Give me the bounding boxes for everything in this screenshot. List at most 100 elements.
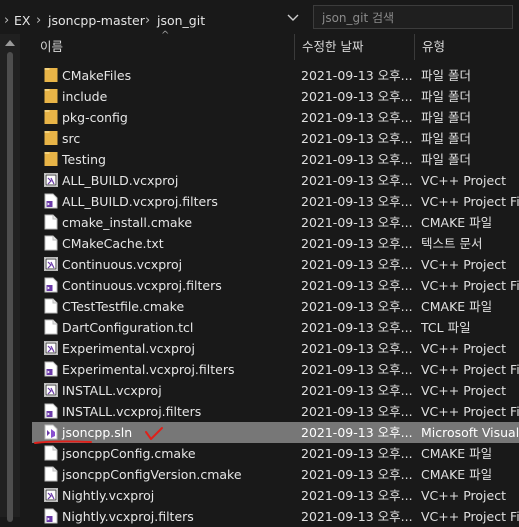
file-type: VC++ Project <box>421 257 506 272</box>
file-name: pkg-config <box>62 110 128 125</box>
search-input[interactable] <box>320 8 510 28</box>
breadcrumb-item-json-git[interactable]: json_git <box>157 12 205 30</box>
filters-icon <box>44 193 58 209</box>
file-type: VC++ Project <box>421 341 506 356</box>
file-date-modified: 2021-09-13 오후... <box>301 110 413 125</box>
breadcrumb-item-ex[interactable]: EX <box>14 12 30 30</box>
root-chevron-icon[interactable]: › <box>4 12 9 30</box>
file-row[interactable]: Experimental.vcxproj 2021-09-13 오후... VC++… <box>32 338 519 359</box>
file-date-modified: 2021-09-13 오후... <box>301 488 413 503</box>
file-date-modified: 2021-09-13 오후... <box>301 236 413 251</box>
file-date-modified: 2021-09-13 오후... <box>301 341 413 356</box>
file-type: VC++ Project Filt <box>421 509 519 524</box>
file-row[interactable]: Testing 2021-09-13 오후... 파일 폴더 <box>32 149 519 170</box>
file-name: CMakeFiles <box>62 68 132 83</box>
file-row[interactable]: cmake_install.cmake 2021-09-13 오후... CMAKE… <box>32 212 519 233</box>
file-row[interactable]: src 2021-09-13 오후... 파일 폴더 <box>32 128 519 149</box>
file-name: ALL_BUILD.vcxproj <box>62 173 179 188</box>
annotation-checkmark-icon <box>145 427 163 440</box>
address-field[interactable]: › EX › jsoncpp-master › json_git <box>0 4 307 30</box>
vcxproj-icon <box>44 382 58 398</box>
chevron-down-icon <box>287 14 299 21</box>
file-row[interactable]: CTestTestfile.cmake 2021-09-13 오후... CMAKE… <box>32 296 519 317</box>
file-name: INSTALL.vcxproj.filters <box>62 404 202 419</box>
document-icon <box>44 298 58 314</box>
file-date-modified: 2021-09-13 오후... <box>301 215 413 230</box>
file-type: CMAKE 파일 <box>421 467 493 482</box>
file-type: CMAKE 파일 <box>421 446 493 461</box>
file-row[interactable]: INSTALL.vcxproj 2021-09-13 오후... VC++ Proj… <box>32 380 519 401</box>
file-row[interactable]: jsoncppConfigVersion.cmake 2021-09-13 오후.… <box>32 464 519 485</box>
file-name: jsoncppConfig.cmake <box>62 446 196 461</box>
file-row[interactable]: ALL_BUILD.vcxproj 2021-09-13 오후... VC++ Pr… <box>32 170 519 191</box>
file-type: 파일 폴더 <box>421 131 471 146</box>
file-row[interactable]: ALL_BUILD.vcxproj.filters 2021-09-13 오후..… <box>32 191 519 212</box>
folder-icon <box>44 67 58 83</box>
file-type: CMAKE 파일 <box>421 215 493 230</box>
annotation-underline <box>34 440 92 444</box>
folder-icon <box>44 88 58 104</box>
column-divider[interactable] <box>414 34 415 60</box>
file-row[interactable]: CMakeFiles 2021-09-13 오후... 파일 폴더 <box>32 65 519 86</box>
file-name: Experimental.vcxproj.filters <box>62 362 235 377</box>
file-name: Nightly.vcxproj <box>62 488 155 503</box>
filters-icon <box>44 277 58 293</box>
navigation-pane <box>0 34 20 522</box>
column-header-name[interactable]: 이름 <box>40 38 63 56</box>
file-date-modified: 2021-09-13 오후... <box>301 152 413 167</box>
file-date-modified: 2021-09-13 오후... <box>301 299 413 314</box>
file-row[interactable]: include 2021-09-13 오후... 파일 폴더 <box>32 86 519 107</box>
file-name: INSTALL.vcxproj <box>62 383 162 398</box>
breadcrumb-chevron-icon[interactable]: › <box>36 12 41 30</box>
document-icon <box>44 319 58 335</box>
file-date-modified: 2021-09-13 오후... <box>301 446 413 461</box>
file-name: Experimental.vcxproj <box>62 341 195 356</box>
folder-icon <box>44 130 58 146</box>
file-type: VC++ Project <box>421 383 506 398</box>
file-row[interactable]: INSTALL.vcxproj.filters 2021-09-13 오후... V… <box>32 401 519 422</box>
document-icon <box>44 466 58 482</box>
file-row[interactable]: Experimental.vcxproj.filters 2021-09-13 오… <box>32 359 519 380</box>
file-date-modified: 2021-09-13 오후... <box>301 404 413 419</box>
file-name: src <box>62 131 81 146</box>
sort-ascending-icon: ^ <box>161 30 170 41</box>
file-type: VC++ Project <box>421 488 506 503</box>
file-row[interactable]: Nightly.vcxproj 2021-09-13 오후... VC++ Proj… <box>32 485 519 506</box>
column-divider[interactable] <box>294 34 295 60</box>
breadcrumb-chevron-icon[interactable]: › <box>145 12 150 30</box>
file-name: Nightly.vcxproj.filters <box>62 509 194 524</box>
vcxproj-icon <box>44 487 58 503</box>
column-header-type[interactable]: 유형 <box>422 38 445 56</box>
file-type: VC++ Project Filt <box>421 278 519 293</box>
file-row[interactable]: DartConfiguration.tcl 2021-09-13 오후... TCL… <box>32 317 519 338</box>
file-name: include <box>62 89 108 104</box>
file-name: CTestTestfile.cmake <box>62 299 185 314</box>
nav-scrollbar-thumb[interactable] <box>7 52 13 522</box>
document-icon <box>44 214 58 230</box>
file-type: VC++ Project <box>421 173 506 188</box>
file-row[interactable]: Continuous.vcxproj.filters 2021-09-13 오후.… <box>32 275 519 296</box>
file-date-modified: 2021-09-13 오후... <box>301 425 413 440</box>
document-icon <box>44 445 58 461</box>
file-date-modified: 2021-09-13 오후... <box>301 89 413 104</box>
folder-icon <box>44 151 58 167</box>
file-row[interactable]: jsoncppConfig.cmake 2021-09-13 오후... CMAKE… <box>32 443 519 464</box>
file-date-modified: 2021-09-13 오후... <box>301 278 413 293</box>
file-type: VC++ Project Filt <box>421 362 519 377</box>
file-date-modified: 2021-09-13 오후... <box>301 383 413 398</box>
file-row[interactable]: Continuous.vcxproj 2021-09-13 오후... VC++ P… <box>32 254 519 275</box>
file-row[interactable]: CMakeCache.txt 2021-09-13 오후... 텍스트 문서 <box>32 233 519 254</box>
file-row[interactable]: pkg-config 2021-09-13 오후... 파일 폴더 <box>32 107 519 128</box>
breadcrumb-item-jsoncpp-master[interactable]: jsoncpp-master <box>48 12 145 30</box>
file-name: jsoncppConfigVersion.cmake <box>62 467 242 482</box>
column-header-date[interactable]: 수정한 날짜 <box>302 38 363 56</box>
scroll-up-icon[interactable] <box>5 40 15 46</box>
folder-icon <box>44 109 58 125</box>
file-type: 파일 폴더 <box>421 152 471 167</box>
search-box[interactable] <box>313 5 513 29</box>
file-name: Testing <box>62 152 106 167</box>
vcxproj-icon <box>44 172 58 188</box>
column-header-row: ^ 이름 수정한 날짜 유형 <box>22 30 519 60</box>
file-row[interactable]: jsoncpp.sln 2021-09-13 오후... Microsoft Vis… <box>32 422 519 443</box>
refresh-button[interactable] <box>282 6 304 28</box>
